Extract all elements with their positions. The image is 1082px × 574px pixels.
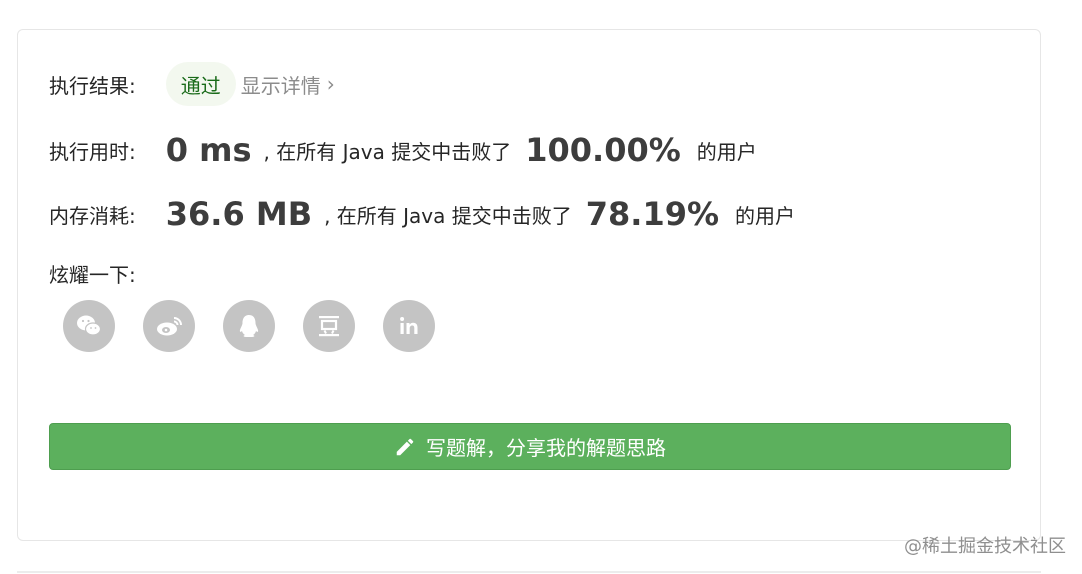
linkedin-icon xyxy=(400,317,418,334)
share-row: 炫耀一下: xyxy=(49,258,136,288)
pencil-icon xyxy=(396,438,414,455)
wechat-share-button[interactable] xyxy=(63,300,115,352)
memory-suffix: 的用户 xyxy=(735,203,796,228)
qq-share-button[interactable] xyxy=(223,300,275,352)
write-solution-label: 写题解，分享我的解题思路 xyxy=(426,436,666,460)
runtime-suffix: 的用户 xyxy=(696,139,757,164)
result-label: 执行结果: xyxy=(49,73,136,98)
divider xyxy=(17,571,1041,573)
show-details-label: 显示详情 xyxy=(240,73,321,98)
write-solution-button[interactable]: 写题解，分享我的解题思路 xyxy=(49,423,1011,470)
runtime-percent: 100.00% xyxy=(525,131,681,169)
show-details-link[interactable]: 显示详情 › xyxy=(241,70,335,99)
chevron-right-icon: › xyxy=(326,72,335,96)
memory-value: 36.6 MB xyxy=(165,195,313,233)
status-badge: 通过 xyxy=(165,62,236,106)
memory-percent: 78.19% xyxy=(585,195,720,233)
runtime-value: 0 ms xyxy=(165,131,252,169)
runtime-label: 执行用时: xyxy=(49,139,136,164)
watermark: @稀土掘金技术社区 xyxy=(904,536,1066,557)
weibo-icon xyxy=(157,317,182,336)
share-icons xyxy=(63,300,463,352)
submission-result-card: 执行结果: 通过 显示详情 › 执行用时: 0 ms , 在所有 Java 提交… xyxy=(17,29,1041,541)
memory-row: 内存消耗: 36.6 MB , 在所有 Java 提交中击败了 78.19% 的… xyxy=(49,192,795,236)
wechat-icon xyxy=(77,315,102,336)
weibo-share-button[interactable] xyxy=(143,300,195,352)
memory-text: , 在所有 Java 提交中击败了 xyxy=(324,203,572,228)
share-label: 炫耀一下: xyxy=(49,262,136,287)
qq-icon xyxy=(239,315,259,337)
linkedin-share-button[interactable] xyxy=(383,300,435,352)
runtime-row: 执行用时: 0 ms , 在所有 Java 提交中击败了 100.00% 的用户 xyxy=(49,128,757,172)
runtime-text: , 在所有 Java 提交中击败了 xyxy=(263,139,512,164)
result-row: 执行结果: 通过 显示详情 › xyxy=(49,61,335,107)
memory-label: 内存消耗: xyxy=(49,203,136,228)
douban-icon xyxy=(319,316,339,337)
douban-share-button[interactable] xyxy=(303,300,355,352)
